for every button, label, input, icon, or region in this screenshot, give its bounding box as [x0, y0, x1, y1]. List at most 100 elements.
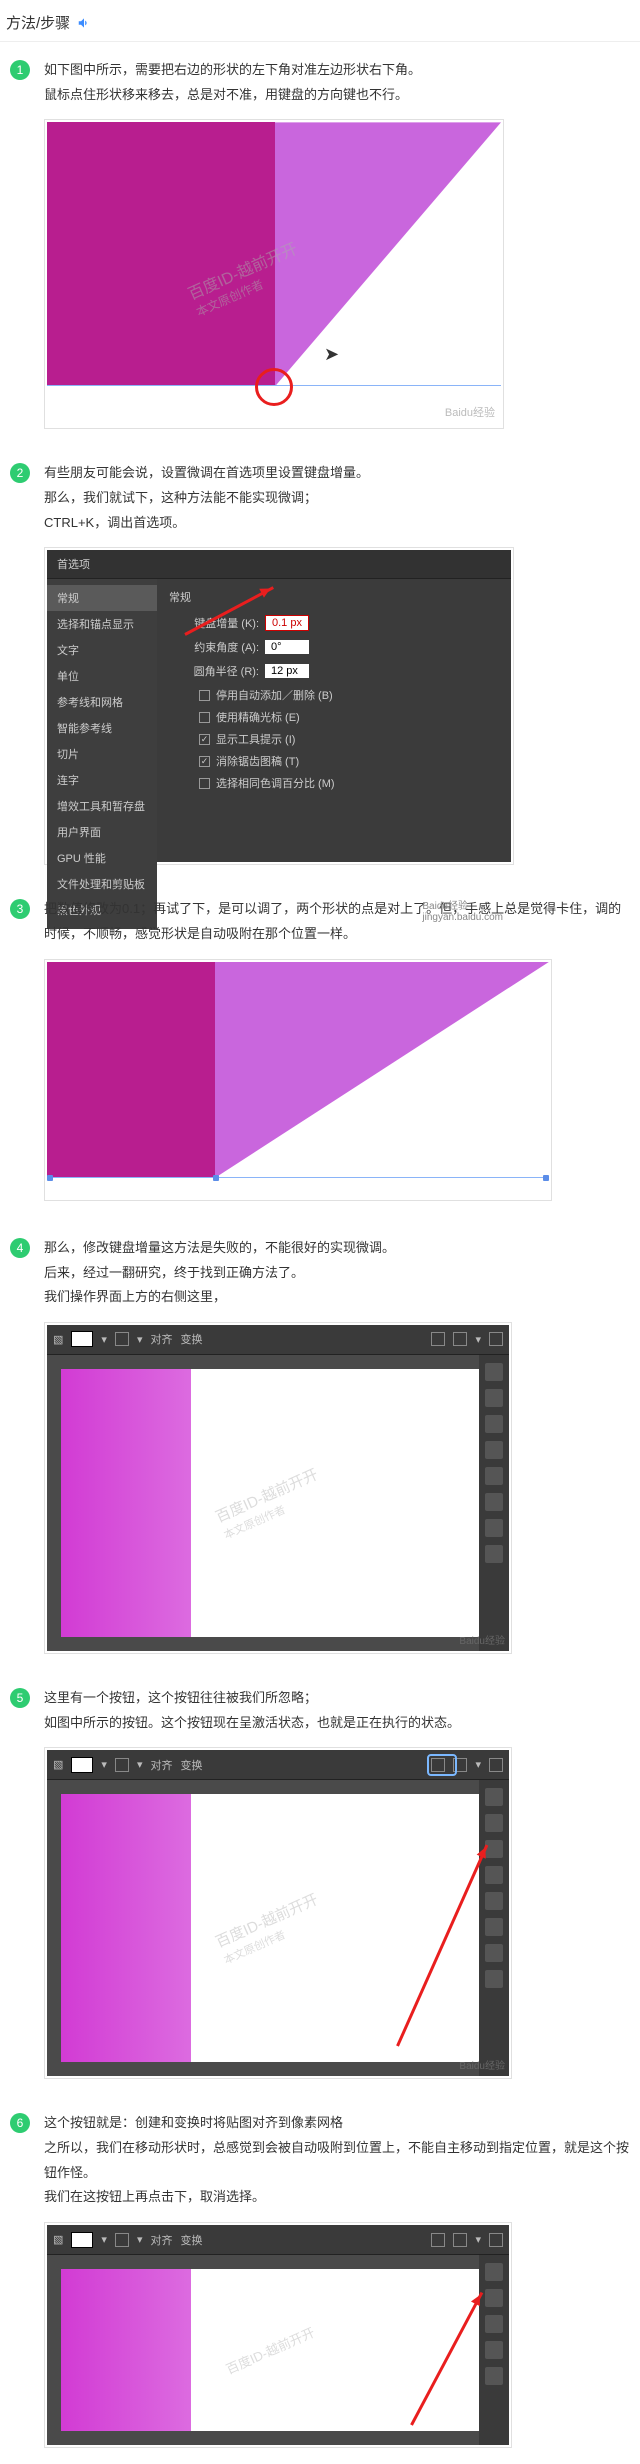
sidebar-item[interactable]: 文件处理和剪贴板 [47, 871, 157, 897]
screenshot-4: ▧ ▾ ▾ 对齐 变换 ▾ 百度ID-越前开开本文原创作者 Ba [44, 1322, 512, 1654]
step-badge: 1 [10, 60, 30, 80]
panel-icon[interactable] [485, 1441, 503, 1459]
sidebar-item[interactable]: 智能参考线 [47, 715, 157, 741]
panel-icon[interactable] [485, 1944, 503, 1962]
step-text: 如下图中所示，需要把右边的形状的左下角对准左边形状右下角。 [44, 58, 630, 83]
toolbar-label[interactable]: 对齐 [150, 2232, 172, 2248]
panel-icon[interactable] [485, 1415, 503, 1433]
sidebar-item[interactable]: 参考线和网格 [47, 689, 157, 715]
sidebar-item[interactable]: 常规 [47, 585, 157, 611]
corner-radius-input[interactable]: 12 px [265, 664, 309, 678]
panel-icon[interactable] [485, 1493, 503, 1511]
step-text: CTRL+K，调出首选项。 [44, 511, 630, 536]
panel-icon[interactable] [485, 2289, 503, 2307]
step-text: 那么，我们就试下，这种方法能不能实现微调； [44, 486, 630, 511]
panel-icon[interactable] [485, 1519, 503, 1537]
step-badge: 6 [10, 2113, 30, 2133]
panel-icon[interactable] [485, 2263, 503, 2281]
section-title: 方法/步骤 [6, 12, 70, 33]
highlight-box [427, 1754, 457, 1776]
stroke-swatch[interactable] [115, 1758, 129, 1772]
panel-icon[interactable] [485, 2341, 503, 2359]
canvas[interactable]: 百度ID-越前开开本文原创作者 [47, 1780, 479, 2076]
step-text: 我们在这按钮上再点击下，取消选择。 [44, 2185, 630, 2210]
toolbar-label[interactable]: 对齐 [150, 1331, 172, 1347]
sidebar-item[interactable]: 文字 [47, 637, 157, 663]
keyboard-increment-input[interactable]: 0.1 px [265, 615, 309, 631]
menu-icon[interactable] [489, 1332, 503, 1346]
fill-swatch[interactable] [71, 1331, 93, 1347]
fill-swatch[interactable] [71, 1757, 93, 1773]
section-header: 方法/步骤 [0, 0, 640, 42]
dialog-title: 首选项 [47, 550, 511, 579]
checkbox-row[interactable]: 选择相同色调百分比 (M) [199, 775, 499, 791]
sidebar-item[interactable]: 连字 [47, 767, 157, 793]
no-selection-icon: ▧ [53, 1758, 63, 1771]
stroke-swatch[interactable] [115, 1332, 129, 1346]
panel-icon[interactable] [485, 1363, 503, 1381]
sidebar-item[interactable]: GPU 性能 [47, 845, 157, 871]
screenshot-2: 首选项 常规 选择和锚点显示 文字 单位 参考线和网格 智能参考线 切片 连字 … [44, 547, 514, 865]
panel-icon[interactable] [485, 1866, 503, 1884]
sidebar-item[interactable]: 用户界面 [47, 819, 157, 845]
panel-icon[interactable] [485, 1970, 503, 1988]
sidebar-item[interactable]: 单位 [47, 663, 157, 689]
step-text: 后来，经过一翻研究，终于找到正确方法了。 [44, 1261, 630, 1286]
step-badge: 4 [10, 1238, 30, 1258]
watermark-corner: Baidu经验 [459, 1632, 505, 1647]
step-6: 6 这个按钮就是：创建和变换时将贴图对齐到像素网格 之所以，我们在移动形状时，总… [0, 2095, 640, 2464]
watermark-corner: Baidu经验 [445, 404, 495, 420]
tool-panel [479, 1780, 509, 2076]
canvas[interactable]: 百度ID-越前开开本文原创作者 [47, 1355, 479, 1651]
snap-pixel-icon[interactable] [453, 1332, 467, 1346]
no-selection-icon: ▧ [53, 2233, 63, 2246]
fill-swatch[interactable] [71, 2232, 93, 2248]
panel-icon[interactable] [485, 1545, 503, 1563]
step-4: 4 那么，修改键盘增量这方法是失败的，不能很好的实现微调。 后来，经过一翻研究，… [0, 1220, 640, 1670]
menu-icon[interactable] [489, 1758, 503, 1772]
step-5: 5 这里有一个按钮，这个按钮往往被我们所忽略； 如图中所示的按钮。这个按钮现在呈… [0, 1670, 640, 2095]
app-toolbar: ▧ ▾ ▾ 对齐 变换 ▾ [47, 2225, 509, 2255]
checkbox-row[interactable]: ✓显示工具提示 (I) [199, 731, 499, 747]
field-label: 圆角半径 (R): [169, 663, 259, 679]
sidebar-item[interactable]: 增效工具和暂存盘 [47, 793, 157, 819]
step-text: 有些朋友可能会说，设置微调在首选项里设置键盘增量。 [44, 461, 630, 486]
sound-icon[interactable] [76, 15, 92, 31]
toolbar-label[interactable]: 变换 [180, 2232, 202, 2248]
sidebar-item[interactable]: 选择和锚点显示 [47, 611, 157, 637]
panel-icon[interactable] [485, 1788, 503, 1806]
align-grid-icon[interactable] [431, 1332, 445, 1346]
step-badge: 2 [10, 463, 30, 483]
panel-icon[interactable] [485, 1814, 503, 1832]
sidebar-item[interactable]: 切片 [47, 741, 157, 767]
step-text: 这里有一个按钮，这个按钮往往被我们所忽略； [44, 1686, 630, 1711]
highlight-circle [255, 368, 293, 406]
watermark-corner: Baidu经验 [459, 2057, 505, 2072]
screenshot-3 [44, 959, 552, 1201]
step-text: 我们操作界面上方的右侧这里， [44, 1285, 630, 1310]
panel-icon[interactable] [485, 1918, 503, 1936]
stroke-swatch[interactable] [115, 2233, 129, 2247]
constrain-angle-input[interactable]: 0° [265, 640, 309, 654]
step-badge: 3 [10, 899, 30, 919]
checkbox-row[interactable]: 使用精确光标 (E) [199, 709, 499, 725]
checkbox-row[interactable]: 停用自动添加／删除 (B) [199, 687, 499, 703]
panel-heading: 常规 [169, 589, 499, 605]
snap-pixel-icon[interactable] [453, 2233, 467, 2247]
step-text: 这个按钮就是：创建和变换时将贴图对齐到像素网格 [44, 2111, 630, 2136]
step-1: 1 如下图中所示，需要把右边的形状的左下角对准左边形状右下角。 鼠标点住形状移来… [0, 42, 640, 445]
checkbox-row[interactable]: ✓消除锯齿图稿 (T) [199, 753, 499, 769]
panel-icon[interactable] [485, 1389, 503, 1407]
panel-icon[interactable] [485, 1467, 503, 1485]
menu-icon[interactable] [489, 2233, 503, 2247]
panel-icon[interactable] [485, 1892, 503, 1910]
tool-panel [479, 1355, 509, 1651]
step-badge: 5 [10, 1688, 30, 1708]
app-toolbar: ▧ ▾ ▾ 对齐 变换 ▾ [47, 1325, 509, 1355]
toolbar-label[interactable]: 变换 [180, 1331, 202, 1347]
align-grid-icon[interactable] [431, 2233, 445, 2247]
toolbar-label[interactable]: 对齐 [150, 1757, 172, 1773]
panel-icon[interactable] [485, 2367, 503, 2385]
toolbar-label[interactable]: 变换 [180, 1757, 202, 1773]
panel-icon[interactable] [485, 2315, 503, 2333]
